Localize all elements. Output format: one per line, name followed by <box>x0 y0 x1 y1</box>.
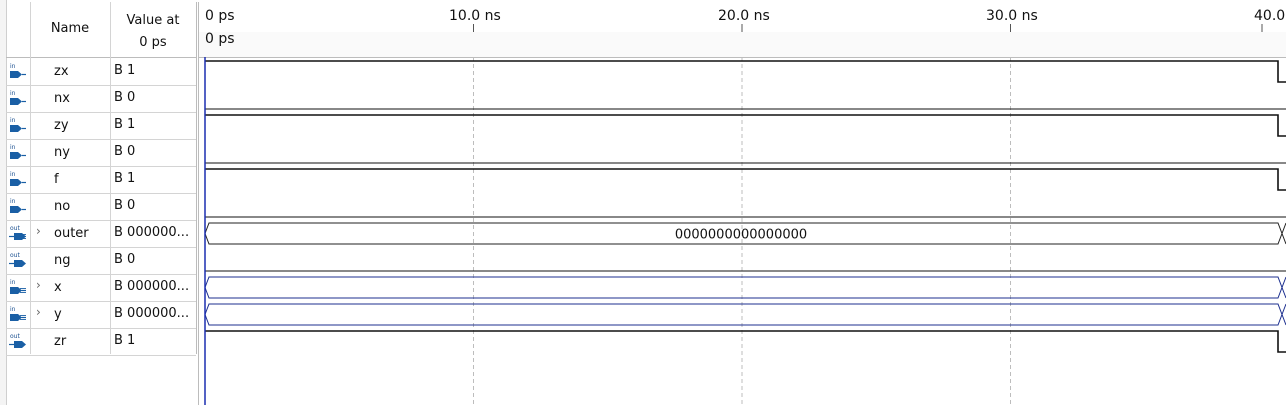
input-pin-icon: in <box>10 144 26 159</box>
bus-value-label: 0000000000000000 <box>675 228 807 243</box>
signal-row-outer[interactable]: out › outer B 000000... <box>6 220 196 248</box>
signal-value: B 1 <box>114 63 136 78</box>
signal-name[interactable]: no <box>54 199 70 214</box>
signal-value: B 000000... <box>114 225 190 240</box>
input-pin-icon: in <box>10 198 26 213</box>
signal-row-ng[interactable]: out ng B 0 <box>6 247 196 275</box>
output-pin-icon: out <box>9 252 26 267</box>
signal-row-no[interactable]: in no B 0 <box>6 193 196 221</box>
input-pin-icon: in <box>10 117 26 132</box>
svg-text:in: in <box>10 198 16 205</box>
signal-value: B 000000... <box>114 279 190 294</box>
input-bus-icon: in <box>10 306 26 321</box>
svg-text:out: out <box>10 252 20 259</box>
svg-text:in: in <box>10 306 16 313</box>
signal-waveform <box>205 114 1286 137</box>
panel-divider[interactable] <box>196 2 197 354</box>
value-at-time: 0 ps <box>139 35 167 50</box>
svg-text:out: out <box>10 225 20 232</box>
svg-text:out: out <box>10 333 20 340</box>
input-pin-icon: in <box>10 90 26 105</box>
svg-text:in: in <box>10 117 16 124</box>
input-bus-icon: in <box>10 279 26 294</box>
signal-value: B 0 <box>114 252 136 267</box>
svg-text:in: in <box>10 171 16 178</box>
signal-name[interactable]: zy <box>54 118 69 133</box>
bus-waveform-next <box>1281 303 1286 326</box>
expand-chevron-icon[interactable]: › <box>36 224 46 238</box>
signal-waveform <box>205 60 1286 83</box>
bus-waveform-next <box>1281 276 1286 299</box>
signal-waveform <box>205 330 1286 353</box>
signal-row-ny[interactable]: in ny B 0 <box>6 139 196 167</box>
input-pin-icon: in <box>10 171 26 186</box>
signal-row-zy[interactable]: in zy B 1 <box>6 112 196 140</box>
signal-value: B 000000... <box>114 306 190 321</box>
signal-name[interactable]: nx <box>54 91 70 106</box>
signal-name[interactable]: outer <box>54 226 89 241</box>
signal-name[interactable]: zx <box>54 64 69 79</box>
value-at-label: Value at <box>126 13 180 28</box>
output-pin-icon: out <box>9 225 26 240</box>
waveform-panel[interactable]: 0 ps 10.0 ns 20.0 ns 30.0 ns 40.0 0 ps 0… <box>198 2 1286 405</box>
signal-row-zr[interactable]: out zr B 1 <box>6 328 196 356</box>
signal-row-y[interactable]: in › y B 000000... <box>6 301 196 329</box>
name-column-header[interactable]: Name <box>30 21 110 36</box>
signal-row-x[interactable]: in › x B 000000... <box>6 274 196 302</box>
signal-value: B 1 <box>114 117 136 132</box>
signal-list-header: Name Value at 0 ps <box>6 2 196 58</box>
signal-value: B 0 <box>114 90 136 105</box>
signal-value: B 0 <box>114 198 136 213</box>
signal-value: B 1 <box>114 333 136 348</box>
value-column-header[interactable]: Value at 0 ps <box>113 10 193 54</box>
svg-text:in: in <box>10 63 16 70</box>
signal-list-panel: Name Value at 0 ps in zx B 1 in nx B 0 in zy B 1… <box>6 2 197 405</box>
signal-value: B 1 <box>114 171 136 186</box>
signal-row-nx[interactable]: in nx B 0 <box>6 85 196 113</box>
input-pin-icon: in <box>10 63 26 78</box>
signal-name[interactable]: y <box>54 307 62 322</box>
signal-name[interactable]: f <box>54 172 59 187</box>
signal-row-zx[interactable]: in zx B 1 <box>6 58 196 86</box>
signal-value: B 0 <box>114 144 136 159</box>
svg-text:in: in <box>10 144 16 151</box>
waveform-canvas[interactable]: 0000000000000000 <box>199 2 1286 405</box>
bus-waveform <box>204 276 1283 299</box>
output-pin-icon: out <box>9 333 26 348</box>
svg-text:in: in <box>10 90 16 97</box>
svg-text:in: in <box>10 279 16 286</box>
signal-waveform <box>205 168 1286 191</box>
bus-waveform <box>204 303 1283 326</box>
signal-name[interactable]: zr <box>54 334 66 349</box>
signal-row-f[interactable]: in f B 1 <box>6 166 196 194</box>
bus-waveform-next <box>1281 222 1286 245</box>
expand-chevron-icon[interactable]: › <box>36 278 46 292</box>
expand-chevron-icon[interactable]: › <box>36 305 46 319</box>
signal-name[interactable]: ng <box>54 253 71 268</box>
signal-name[interactable]: ny <box>54 145 70 160</box>
signal-name[interactable]: x <box>54 280 62 295</box>
